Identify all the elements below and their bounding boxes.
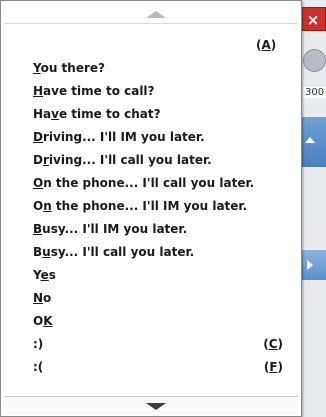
menu-item-shortcut: (C)	[263, 337, 283, 351]
menu-item-label: Have time to call?	[33, 84, 155, 98]
menu-items: You there? Have time to call? Have time to…	[33, 57, 283, 379]
scroll-down-button[interactable]	[4, 396, 298, 415]
menu-item-label: Driving... I'll call you later.	[33, 153, 212, 167]
top-shortcut-label: (A)	[256, 38, 277, 52]
menu-item[interactable]: You there?	[33, 57, 283, 80]
menu-item-label: Busy... I'll IM you later.	[33, 222, 188, 236]
menu-item[interactable]: On the phone... I'll call you later.	[33, 172, 283, 195]
menu-item[interactable]: Busy... I'll IM you later.	[33, 218, 283, 241]
right-arrow-icon[interactable]	[299, 250, 326, 280]
scroll-up-arrow-icon	[146, 11, 166, 18]
menu-item-label: You there?	[33, 61, 105, 75]
menu-item[interactable]: No	[33, 287, 283, 310]
menu-item[interactable]: Have time to chat?	[33, 103, 283, 126]
background-number-text: 300	[303, 87, 326, 98]
menu-item[interactable]: :) (C)	[33, 333, 283, 356]
scroll-up-button[interactable]	[4, 4, 298, 24]
quick-message-menu: (A) You there? Have time to call? Have tim…	[0, 0, 302, 417]
menu-item[interactable]: OK	[33, 310, 283, 333]
circle-button-icon[interactable]	[303, 49, 326, 72]
top-shortcut-key: A	[261, 38, 271, 52]
up-arrow-icon[interactable]	[299, 117, 326, 167]
menu-item-label: Yes	[33, 268, 56, 282]
menu-item[interactable]: Driving... I'll IM you later.	[33, 126, 283, 149]
menu-item-label: On the phone... I'll call you later.	[33, 176, 255, 190]
menu-item[interactable]: Have time to call?	[33, 80, 283, 103]
menu-item-label: On the phone... I'll IM you later.	[33, 199, 248, 213]
menu-item[interactable]: Driving... I'll call you later.	[33, 149, 283, 172]
close-icon[interactable]: ×	[300, 7, 326, 31]
menu-item-label: Driving... I'll IM you later.	[33, 130, 205, 144]
menu-item[interactable]: :( (F)	[33, 356, 283, 379]
menu-item[interactable]: Yes	[33, 264, 283, 287]
menu-item-label: :)	[33, 337, 44, 351]
menu-item-label: Busy... I'll call you later.	[33, 245, 195, 259]
menu-item[interactable]: Busy... I'll call you later.	[33, 241, 283, 264]
menu-item[interactable]: On the phone... I'll IM you later.	[33, 195, 283, 218]
menu-item-label: :(	[33, 360, 44, 374]
menu-item-shortcut: (F)	[263, 360, 283, 374]
menu-item-label: No	[33, 291, 52, 305]
menu-item-label: Have time to chat?	[33, 107, 161, 121]
scroll-down-arrow-icon	[146, 403, 166, 410]
menu-item-label: OK	[33, 314, 53, 328]
